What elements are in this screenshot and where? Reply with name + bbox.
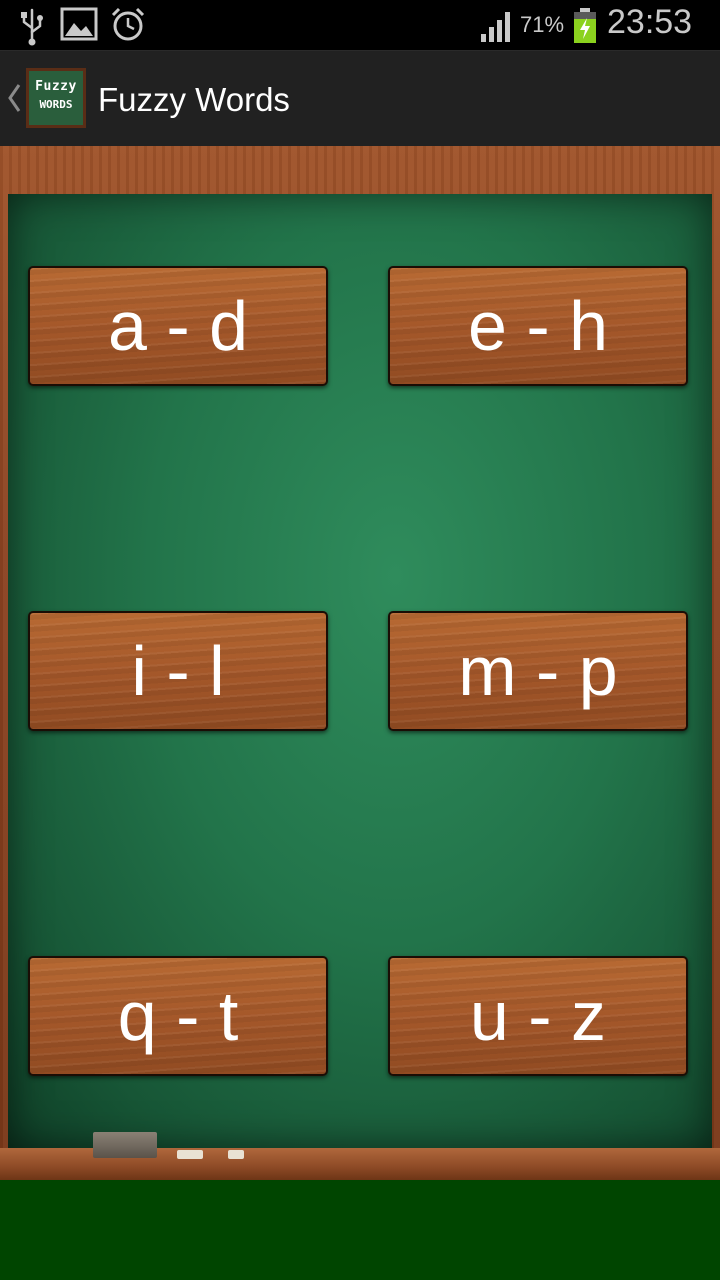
logo-text-line1: Fuzzy xyxy=(35,79,77,94)
chevron-left-icon[interactable] xyxy=(6,81,22,115)
letters-m-p-button[interactable]: m - p xyxy=(388,611,688,731)
chalk-piece xyxy=(177,1150,203,1159)
status-bar: 71% 23:53 xyxy=(0,0,720,50)
letters-u-z-button[interactable]: u - z xyxy=(388,956,688,1076)
chalk-piece xyxy=(228,1150,244,1159)
eraser xyxy=(93,1132,157,1158)
usb-icon xyxy=(21,8,43,46)
signal-icon xyxy=(481,12,510,42)
image-icon xyxy=(60,7,98,41)
letters-e-h-button[interactable]: e - h xyxy=(388,266,688,386)
letters-q-t-button[interactable]: q - t xyxy=(28,956,328,1076)
bottom-banner xyxy=(0,1180,720,1280)
letters-a-d-button[interactable]: a - d xyxy=(28,266,328,386)
logo-text-line2: WORDS xyxy=(39,98,73,111)
battery-percent: 71% xyxy=(520,12,565,37)
alarm-icon xyxy=(111,7,145,41)
clock: 23:53 xyxy=(607,3,693,41)
action-bar: Fuzzy WORDS Fuzzy Words xyxy=(0,50,720,147)
app-logo[interactable]: Fuzzy WORDS xyxy=(26,68,86,128)
app-title: Fuzzy Words xyxy=(98,81,290,118)
battery-charging-icon xyxy=(574,8,596,43)
letters-i-l-button[interactable]: i - l xyxy=(28,611,328,731)
